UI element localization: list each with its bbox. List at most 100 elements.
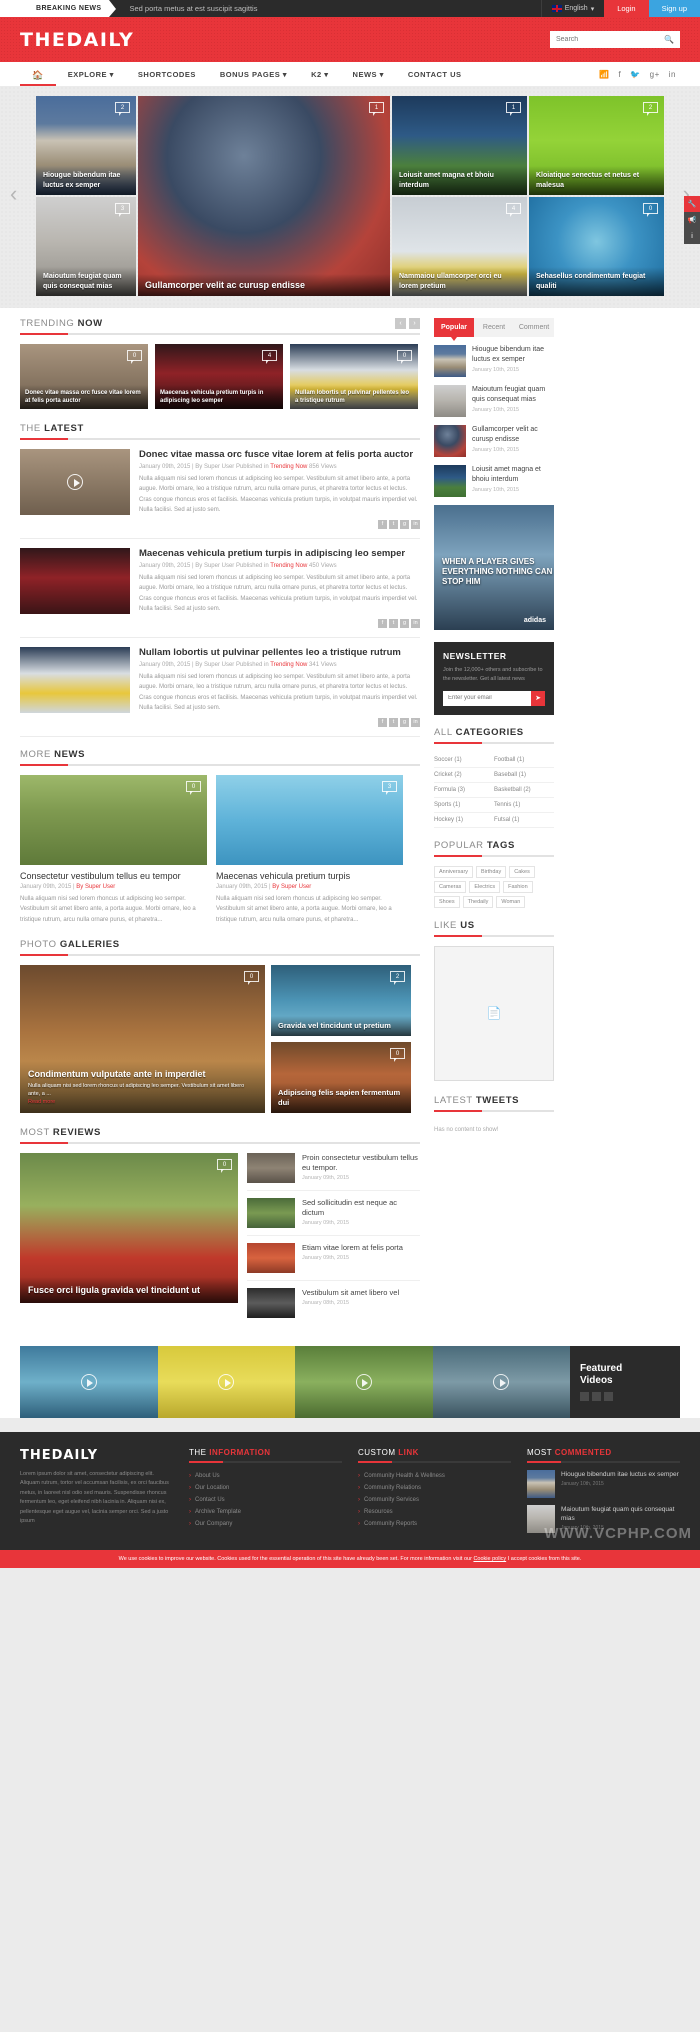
twitter-icon[interactable]: t xyxy=(389,618,398,628)
play-icon[interactable] xyxy=(493,1374,510,1391)
review-row[interactable]: Etiam vitae lorem at felis porta January… xyxy=(247,1243,420,1282)
slider-tile[interactable]: 2 Hiougue bibendum itae luctus ex semper xyxy=(36,96,136,195)
footer-link[interactable]: Archive Template xyxy=(189,1506,342,1518)
googleplus-icon[interactable]: g xyxy=(400,717,409,727)
facebook-like-widget[interactable]: 📄 xyxy=(434,945,554,1081)
article-title[interactable]: Maecenas vehicula pretium turpis in adip… xyxy=(139,548,420,560)
latest-article[interactable]: Donec vitae massa orc fusce vitae lorem … xyxy=(20,449,420,539)
gallery-item-featured[interactable]: 0 Condimentum vulputate ante in imperdie… xyxy=(20,965,265,1114)
facebook-icon[interactable]: f xyxy=(378,519,387,529)
article-thumbnail[interactable]: 3 xyxy=(216,774,403,865)
footer-link[interactable]: Our Company xyxy=(189,1518,342,1530)
category-link[interactable]: Futsal (1) xyxy=(494,813,554,828)
post-thumbnail[interactable] xyxy=(527,1470,555,1499)
category-link[interactable]: Basketball (2) xyxy=(494,783,554,798)
slider-tile[interactable]: 1 Loiusit amet magna et bhoiu interdum xyxy=(392,96,527,195)
review-featured[interactable]: 0 Fusce orci ligula gravida vel tincidun… xyxy=(20,1153,238,1304)
footer-link[interactable]: Contact Us xyxy=(189,1494,342,1506)
tag-item[interactable]: Birthday xyxy=(476,865,507,878)
review-row[interactable]: Proin consectetur vestibulum tellus eu t… xyxy=(247,1153,420,1192)
play-icon[interactable] xyxy=(218,1374,235,1391)
post-thumbnail[interactable] xyxy=(434,345,466,377)
facebook-icon[interactable]: f xyxy=(378,717,387,727)
popular-post[interactable]: Hiougue bibendum itae luctus ex semper J… xyxy=(434,345,554,377)
featured-video-item[interactable] xyxy=(432,1346,570,1419)
breaking-news-text[interactable]: Sed porta metus at est suscipit sagittis xyxy=(129,4,257,13)
category-link[interactable]: Tennis (1) xyxy=(494,798,554,813)
review-title[interactable]: Vestibulum sit amet libero vel xyxy=(302,1288,399,1298)
rss-icon[interactable]: 📶 xyxy=(599,70,609,79)
play-icon[interactable] xyxy=(67,474,83,490)
tag-item[interactable]: Electrics xyxy=(469,880,501,893)
slider-tile-main[interactable]: 1 Gullamcorper velit ac curusp endisse xyxy=(138,96,390,296)
nav-item-contact-us[interactable]: CONTACT US xyxy=(396,70,474,79)
category-link[interactable]: Baseball (1) xyxy=(494,768,554,783)
megaphone-icon[interactable]: 📢 xyxy=(684,212,700,228)
site-logo[interactable]: THEDAILY xyxy=(20,29,134,51)
tag-item[interactable]: Cakes xyxy=(509,865,535,878)
trending-item[interactable]: 0 Donec vitae massa orc fusce vitae lore… xyxy=(20,344,148,409)
slider-tile[interactable]: 2 Kloiatique senectus et netus et malesu… xyxy=(529,96,664,195)
gallery-item[interactable]: 0 Adipiscing felis sapien fermentum dui xyxy=(271,1042,411,1114)
nav-item-explore[interactable]: EXPLORE ▾ xyxy=(56,70,126,79)
nav-item-news[interactable]: NEWS ▾ xyxy=(341,70,396,79)
twitter-icon[interactable]: t xyxy=(389,717,398,727)
trending-item[interactable]: 0 Nullam lobortis ut pulvinar pellentes … xyxy=(290,344,418,409)
sidebar-advertisement[interactable]: WHEN A PLAYER GIVES EVERYTHING NOTHING C… xyxy=(434,505,554,630)
carousel-dot[interactable] xyxy=(592,1392,601,1402)
twitter-icon[interactable]: t xyxy=(389,519,398,529)
category-link[interactable]: Hockey (1) xyxy=(434,813,494,828)
search-box[interactable]: 🔍 xyxy=(550,31,680,48)
footer-logo[interactable]: THEDAILY xyxy=(20,1448,173,1463)
trending-next-button[interactable]: › xyxy=(409,318,420,329)
review-row[interactable]: Sed sollicitudin est neque ac dictum Jan… xyxy=(247,1198,420,1237)
carousel-dot[interactable] xyxy=(580,1392,589,1402)
article-title[interactable]: Donec vitae massa orc fusce vitae lorem … xyxy=(139,449,420,461)
review-title[interactable]: Sed sollicitudin est neque ac dictum xyxy=(302,1198,420,1218)
trending-item[interactable]: 4 Maecenas vehicula pretium turpis in ad… xyxy=(155,344,283,409)
tag-item[interactable]: Cameras xyxy=(434,880,467,893)
article-title[interactable]: Nullam lobortis ut pulvinar pellentes le… xyxy=(139,647,420,659)
signup-button[interactable]: Sign up xyxy=(648,0,700,17)
post-thumbnail[interactable] xyxy=(434,425,466,457)
facebook-icon[interactable]: f xyxy=(378,618,387,628)
post-title[interactable]: Gullamcorper velit ac curusp endisse xyxy=(472,425,554,445)
article-title[interactable]: Consectetur vestibulum tellus eu tempor xyxy=(20,871,207,881)
slider-prev-arrow[interactable]: ‹ xyxy=(10,181,17,207)
read-more-link[interactable]: Read more xyxy=(28,1099,257,1106)
play-icon[interactable] xyxy=(80,1374,97,1391)
tag-item[interactable]: Fashion xyxy=(503,880,533,893)
category-link[interactable]: Soccer (1) xyxy=(434,753,494,768)
popular-post[interactable]: Maioutum feugiat quam quis consequat mia… xyxy=(434,385,554,417)
googleplus-icon[interactable]: g+ xyxy=(650,70,660,79)
tag-item[interactable]: Shoes xyxy=(434,895,460,908)
play-icon[interactable] xyxy=(355,1374,372,1391)
footer-link[interactable]: Community Services xyxy=(358,1494,511,1506)
post-thumbnail[interactable] xyxy=(434,465,466,497)
featured-video-item[interactable] xyxy=(20,1346,158,1419)
post-title[interactable]: Maioutum feugiat quam quis consequat mia… xyxy=(472,385,554,405)
category-link[interactable]: Formula (3) xyxy=(434,783,494,798)
review-thumbnail[interactable] xyxy=(247,1198,295,1229)
login-button[interactable]: Login xyxy=(604,0,649,17)
review-thumbnail[interactable] xyxy=(247,1288,295,1319)
article-thumbnail[interactable] xyxy=(20,646,130,713)
article-title[interactable]: Maecenas vehicula pretium turpis xyxy=(216,871,403,881)
footer-link[interactable]: Resources xyxy=(358,1506,511,1518)
googleplus-icon[interactable]: g xyxy=(400,519,409,529)
more-news-item[interactable]: 0 Consectetur vestibulum tellus eu tempo… xyxy=(20,774,207,926)
post-title[interactable]: Hiougue bibendum itae luctus ex semper xyxy=(561,1470,679,1479)
tab-comment[interactable]: Comment xyxy=(514,318,554,337)
cookie-policy-link[interactable]: Cookie policy xyxy=(473,1556,506,1562)
slider-tile[interactable]: 4 Nammaiou ullamcorper orci eu lorem pre… xyxy=(392,197,527,296)
article-thumbnail[interactable]: 0 xyxy=(20,774,207,865)
review-thumbnail[interactable] xyxy=(247,1153,295,1184)
googleplus-icon[interactable]: g xyxy=(400,618,409,628)
post-title[interactable]: Loiusit amet magna et bhoiu interdum xyxy=(472,465,554,485)
article-thumbnail[interactable] xyxy=(20,449,130,515)
footer-link[interactable]: About Us xyxy=(189,1470,342,1482)
latest-article[interactable]: Nullam lobortis ut pulvinar pellentes le… xyxy=(20,646,420,737)
newsletter-email-input[interactable] xyxy=(443,690,531,706)
category-link[interactable]: Sports (1) xyxy=(434,798,494,813)
slider-tile[interactable]: 0 Sehasellus condimentum feugiat qualiti xyxy=(529,197,664,296)
